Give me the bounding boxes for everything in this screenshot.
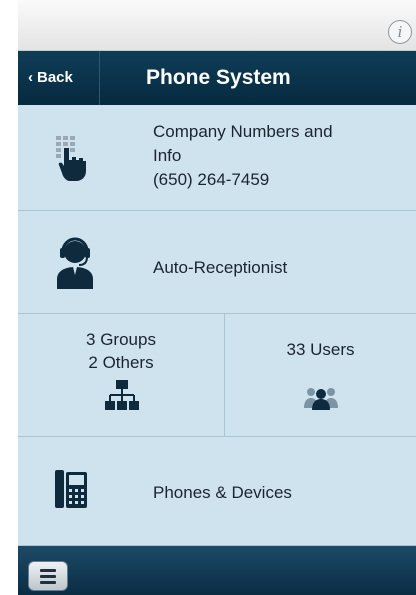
page-title: Phone System [146,66,291,89]
groups-label: 3 Groups 2 Others [18,328,224,374]
groups-users-row: 3 Groups 2 Others 33 Users [18,314,416,437]
back-label: Back [37,69,73,86]
headset-person-icon [57,237,93,289]
info-icon[interactable]: i [388,20,412,44]
others-count: 2 Others [88,353,154,372]
users-label: 33 Users [286,340,355,359]
bottom-toolbar [18,546,416,595]
keypad-hand-icon [56,136,86,181]
users-cell[interactable]: 33 Users [225,314,416,436]
phones-devices-label: Phones & Devices [153,483,292,502]
phone-screen: i ‹ Back Phone System Company Numbers and… [18,0,416,595]
auto-receptionist-row[interactable]: Auto-Receptionist [18,211,416,314]
auto-receptionist-label: Auto-Receptionist [153,258,288,277]
org-chart-icon [105,380,139,410]
status-bar: i [18,0,416,51]
company-numbers-row[interactable]: Company Numbers and Info (650) 264-7459 [18,106,416,211]
company-phone-number: (650) 264-7459 [153,170,270,189]
groups-cell[interactable]: 3 Groups 2 Others [18,314,225,436]
phones-devices-row[interactable]: Phones & Devices [18,437,416,546]
groups-count: 3 Groups [86,330,156,349]
chevron-left-icon: ‹ [28,69,33,86]
nav-bar: ‹ Back Phone System [18,51,416,105]
company-numbers-line1: Company Numbers and [153,122,333,141]
hamburger-menu-icon[interactable] [28,561,68,591]
back-button[interactable]: ‹ Back [18,51,100,105]
users-group-icon [304,388,338,410]
company-numbers-label: Company Numbers and Info (650) 264-7459 [153,120,403,192]
desk-phone-icon [55,470,87,508]
company-numbers-line2: Info [153,146,182,165]
